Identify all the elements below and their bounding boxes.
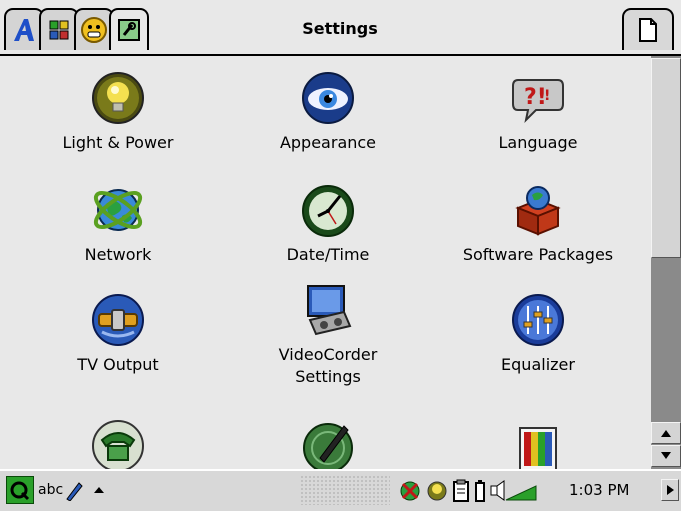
light-power-label: Light & Power: [62, 133, 174, 152]
vertical-scrollbar[interactable]: [651, 56, 681, 469]
arrow-down-icon: [661, 452, 671, 459]
applications-tab[interactable]: [4, 8, 44, 50]
scroll-down-button[interactable]: [651, 445, 681, 467]
clock-icon: [302, 185, 354, 237]
clock-readout[interactable]: 1:03 PM: [569, 471, 629, 509]
settings-tab[interactable]: [109, 8, 149, 50]
tv-output-label: TV Output: [77, 355, 159, 374]
videocorder-settings-label: VideoCorder Settings: [278, 345, 378, 386]
page-button[interactable]: [622, 8, 674, 50]
volume-icon[interactable]: [490, 478, 538, 504]
page-title: Settings: [302, 18, 378, 38]
pen-input-icon: [66, 482, 83, 501]
network-globe-icon: [93, 189, 143, 231]
top-bar: Settings: [0, 0, 681, 56]
svg-text:!: !: [544, 88, 550, 104]
taskbar-spacer: [300, 475, 390, 505]
input-method-button[interactable]: abc: [38, 471, 83, 509]
games-tab[interactable]: [74, 8, 114, 50]
arrow-right-icon: [667, 485, 674, 495]
no-network-icon[interactable]: [398, 478, 422, 504]
eye-icon: [302, 72, 354, 124]
videocorder-icon: [307, 285, 352, 336]
smiley-icon: [81, 17, 107, 43]
scroll-up-button[interactable]: [651, 422, 681, 444]
language-label: Language: [498, 133, 578, 152]
appearance-item[interactable]: Appearance: [218, 70, 438, 154]
taskbar: abc 1:03 PM: [0, 469, 681, 511]
input-menu-button[interactable]: [92, 481, 106, 499]
light-icon[interactable]: [426, 478, 448, 504]
speech-bubble-icon: ?! !: [512, 79, 564, 124]
a-logo-icon: [14, 19, 34, 41]
date-time-item[interactable]: Date/Time: [218, 182, 438, 266]
scrollbar-thumb[interactable]: [651, 58, 681, 258]
taskbar-menu-button[interactable]: [661, 479, 679, 501]
battery-icon[interactable]: [474, 478, 486, 504]
software-packages-item[interactable]: Software Packages: [428, 182, 648, 266]
start-button[interactable]: [6, 476, 34, 504]
equalizer-item[interactable]: Equalizer: [428, 292, 648, 376]
tv-output-item[interactable]: TV Output: [8, 292, 228, 376]
settings-grid: Light & Power Appearance ?! ! Language N…: [0, 56, 651, 469]
network-item[interactable]: Network: [8, 182, 228, 266]
settings-icon: [118, 19, 140, 41]
grid-tab[interactable]: [39, 8, 79, 50]
input-mode-label: abc: [38, 482, 64, 498]
pen-item[interactable]: [218, 418, 438, 469]
pen-icon: [303, 423, 353, 469]
videocorder-settings-item[interactable]: VideoCorder Settings: [218, 282, 438, 388]
q-logo-icon: [10, 481, 30, 501]
arrow-up-icon: [661, 430, 671, 437]
network-label: Network: [84, 245, 152, 264]
language-item[interactable]: ?! ! Language: [428, 70, 648, 154]
equalizer-label: Equalizer: [501, 355, 575, 374]
phone-icon: [92, 420, 144, 469]
colors-icon: [519, 427, 557, 469]
caret-up-icon: [94, 487, 104, 493]
colors-item[interactable]: [428, 418, 648, 469]
equalizer-icon: [512, 294, 564, 346]
date-time-label: Date/Time: [286, 245, 370, 264]
page-icon: [639, 18, 657, 42]
light-power-item[interactable]: Light & Power: [8, 70, 228, 154]
phone-item[interactable]: [8, 418, 228, 469]
software-packages-label: Software Packages: [462, 245, 614, 264]
appearance-label: Appearance: [279, 133, 377, 152]
system-tray: [398, 477, 538, 505]
clipboard-icon[interactable]: [452, 478, 470, 504]
lightbulb-icon: [92, 72, 144, 124]
package-icon: [515, 186, 561, 236]
grid-icon: [49, 20, 69, 40]
tv-output-icon: [92, 294, 144, 346]
